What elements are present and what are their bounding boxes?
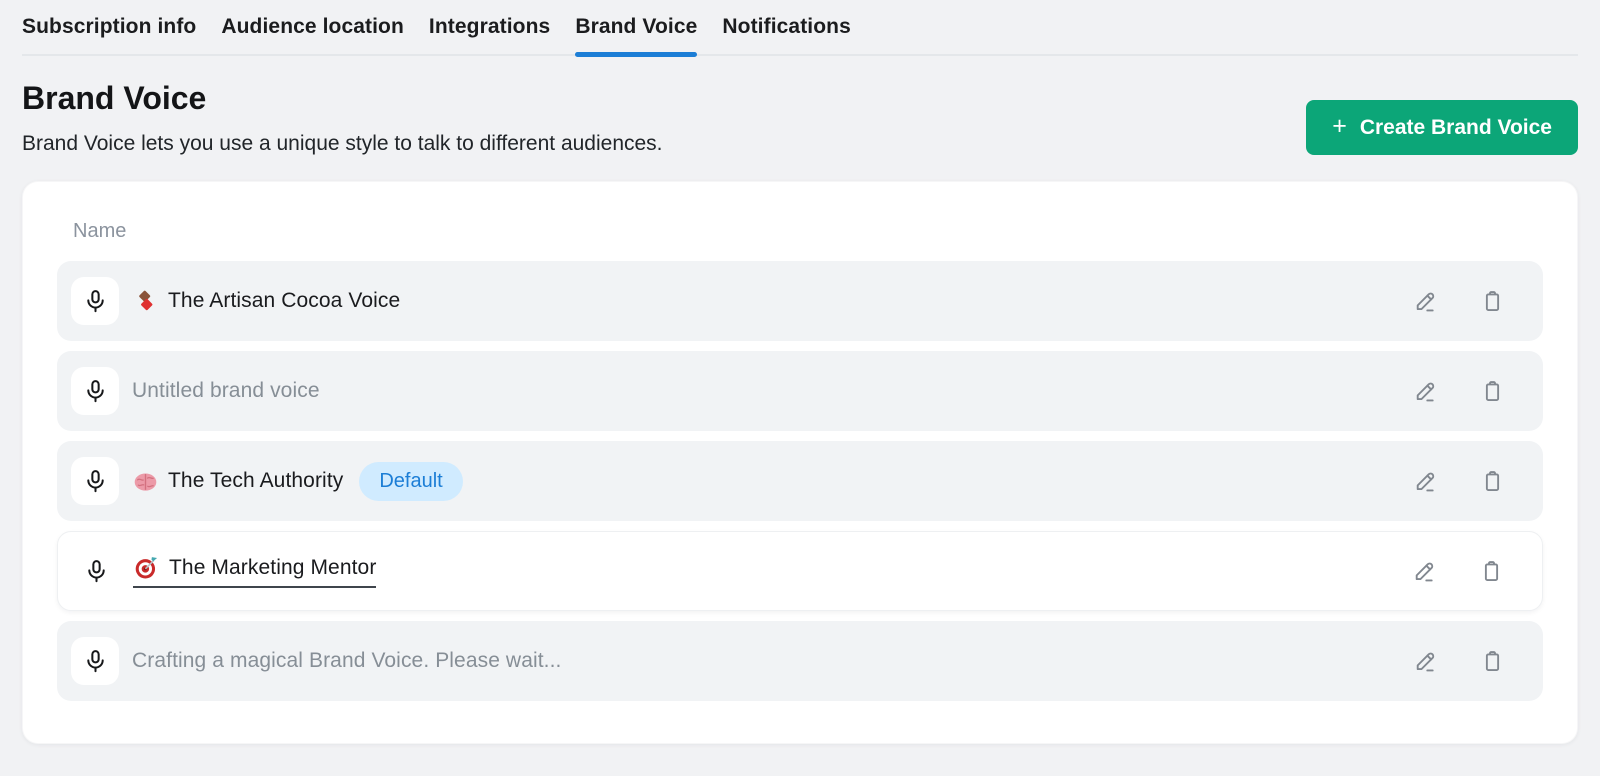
default-badge: Default <box>359 462 462 501</box>
dartboard-emoji <box>133 554 160 581</box>
chocolate-bar-emoji <box>132 288 159 315</box>
brand-voice-row-generating[interactable]: Crafting a magical Brand Voice. Please w… <box>57 621 1543 701</box>
brand-voice-row-tech-authority[interactable]: The Tech Authority Default <box>57 441 1543 521</box>
page-header: Brand Voice Brand Voice lets you use a u… <box>22 80 1578 156</box>
brand-voice-list-card: Name The Artisan Cocoa Voice <box>22 181 1578 744</box>
edit-button[interactable] <box>1412 468 1438 494</box>
brand-voice-name: The Tech Authority <box>168 469 343 493</box>
brand-voice-name: The Marketing Mentor <box>169 556 376 580</box>
edit-button[interactable] <box>1411 558 1437 584</box>
brain-emoji <box>132 468 159 495</box>
delete-button[interactable] <box>1479 468 1505 494</box>
delete-button[interactable] <box>1478 558 1504 584</box>
tab-audience-location[interactable]: Audience location <box>221 15 404 54</box>
delete-button[interactable] <box>1479 648 1505 674</box>
page-header-text: Brand Voice Brand Voice lets you use a u… <box>22 80 663 156</box>
delete-button[interactable] <box>1479 288 1505 314</box>
brand-voice-name: The Artisan Cocoa Voice <box>168 289 400 313</box>
tab-notifications[interactable]: Notifications <box>722 15 850 54</box>
settings-tabbar: Subscription info Audience location Inte… <box>22 0 1578 56</box>
edit-button[interactable] <box>1412 378 1438 404</box>
tab-integrations[interactable]: Integrations <box>429 15 550 54</box>
name-column-header: Name <box>73 220 1543 243</box>
microphone-icon <box>71 277 119 325</box>
page-subtitle: Brand Voice lets you use a unique style … <box>22 132 663 156</box>
microphone-icon <box>71 637 119 685</box>
brand-voice-row-artisan-cocoa[interactable]: The Artisan Cocoa Voice <box>57 261 1543 341</box>
brand-voice-row-marketing-mentor[interactable]: The Marketing Mentor <box>57 531 1543 611</box>
tab-brand-voice[interactable]: Brand Voice <box>575 15 697 54</box>
brand-voice-name: Untitled brand voice <box>132 379 320 403</box>
microphone-icon <box>71 457 119 505</box>
delete-button[interactable] <box>1479 378 1505 404</box>
brand-voice-page: Brand Voice Brand Voice lets you use a u… <box>0 80 1600 744</box>
plus-icon: + <box>1332 114 1347 139</box>
create-brand-voice-button[interactable]: + Create Brand Voice <box>1306 100 1578 155</box>
brand-voice-row-untitled[interactable]: Untitled brand voice <box>57 351 1543 431</box>
edit-button[interactable] <box>1412 288 1438 314</box>
tab-subscription-info[interactable]: Subscription info <box>22 15 196 54</box>
create-brand-voice-label: Create Brand Voice <box>1360 116 1552 140</box>
brand-voice-name: Crafting a magical Brand Voice. Please w… <box>132 649 561 673</box>
microphone-icon <box>71 367 119 415</box>
page-title: Brand Voice <box>22 80 663 117</box>
edit-button[interactable] <box>1412 648 1438 674</box>
microphone-icon <box>72 547 120 595</box>
